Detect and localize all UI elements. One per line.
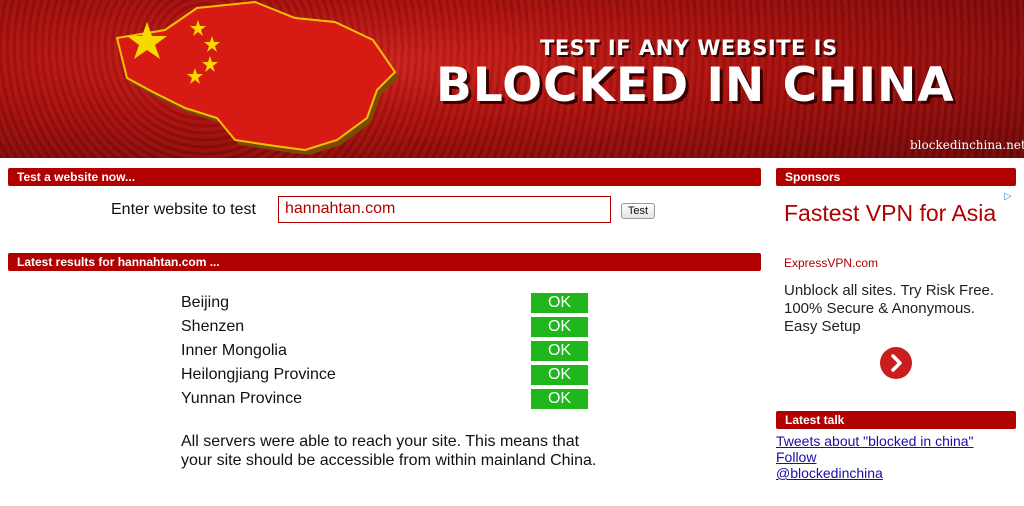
test-section-header: Test a website now... <box>8 168 761 186</box>
banner-tagline: TEST IF ANY WEBSITE IS <box>540 36 838 60</box>
result-status-badge: OK <box>531 317 588 337</box>
result-location: Inner Mongolia <box>181 342 287 359</box>
website-input[interactable]: hannahtan.com <box>278 196 611 223</box>
adchoices-triangle-icon[interactable]: ▷ <box>1004 191 1012 202</box>
result-location: Yunnan Province <box>181 390 302 407</box>
banner-domain: blockedinchina.net <box>910 138 1024 152</box>
china-flag-map-icon <box>115 0 399 155</box>
results-message: All servers were able to reach your site… <box>181 433 597 469</box>
ad-url-link[interactable]: ExpressVPN.com <box>784 256 878 270</box>
header-banner: TEST IF ANY WEBSITE IS BLOCKED IN CHINA … <box>0 0 1024 158</box>
ad-title-link[interactable]: Fastest VPN for Asia <box>784 200 999 227</box>
follow-link[interactable]: Follow <box>776 449 816 465</box>
latest-talk-header: Latest talk <box>776 411 1016 429</box>
website-input-label: Enter website to test <box>111 201 256 218</box>
tweets-link[interactable]: Tweets about "blocked in china" <box>776 433 974 449</box>
result-location: Heilongjiang Province <box>181 366 336 383</box>
test-button[interactable]: Test <box>621 203 655 219</box>
ad-go-button[interactable] <box>880 347 912 379</box>
results-section-header: Latest results for hannahtan.com ... <box>8 253 761 271</box>
result-status-badge: OK <box>531 365 588 385</box>
chevron-right-icon <box>891 354 902 372</box>
result-location: Beijing <box>181 294 230 311</box>
result-status-badge: OK <box>531 389 588 409</box>
banner-title: BLOCKED IN CHINA <box>436 58 955 113</box>
ad-description: Unblock all sites. Try Risk Free. 100% S… <box>784 282 995 335</box>
sponsors-header: Sponsors <box>776 168 1016 186</box>
twitter-handle-link[interactable]: @blockedinchina <box>776 465 883 481</box>
result-status-badge: OK <box>531 293 588 313</box>
result-status-badge: OK <box>531 341 588 361</box>
result-location: Shenzen <box>181 318 245 335</box>
